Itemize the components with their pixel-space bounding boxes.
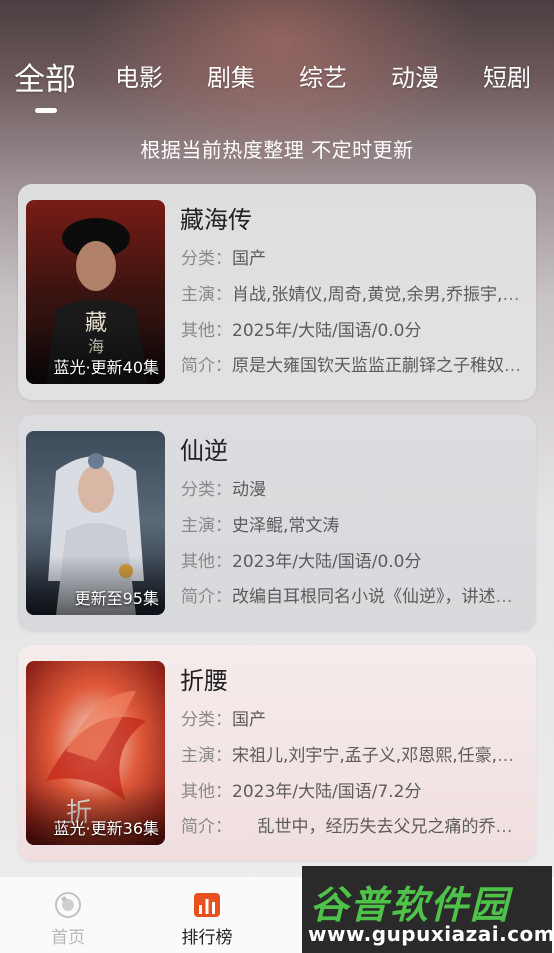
poster-image: 更新至95集 bbox=[26, 431, 165, 615]
ranking-subtitle: 根据当前热度整理 不定时更新 bbox=[140, 138, 414, 162]
update-badge: 蓝光·更新40集 bbox=[53, 358, 159, 377]
home-icon bbox=[55, 892, 81, 918]
watermark-url: www.gupuxiazai.com bbox=[308, 922, 554, 946]
cast-row: 主演：宋祖儿,刘宇宁,孟子义,邓恩熙,任豪,王一哲 bbox=[181, 746, 527, 766]
tab-variety[interactable]: 综艺 bbox=[299, 58, 347, 93]
summary-row: 简介： 乱世中，经历失去父兄之痛的乔家女子 bbox=[181, 817, 527, 837]
tab-anime[interactable]: 动漫 bbox=[391, 58, 439, 93]
category-row: 分类：国产 bbox=[181, 249, 266, 269]
tab-movie[interactable]: 电影 bbox=[115, 58, 163, 93]
watermark: 谷普软件园 www.gupuxiazai.com bbox=[302, 866, 554, 953]
item-title: 藏海传 bbox=[180, 206, 252, 234]
ranking-card[interactable]: 折 蓝光·更新36集 折腰 分类：国产 主演：宋祖儿,刘宇宁,孟子义,邓恩熙,任… bbox=[18, 645, 536, 861]
item-title: 折腰 bbox=[180, 667, 228, 695]
tab-all[interactable]: 全部 bbox=[14, 54, 76, 99]
nav-home-label: 首页 bbox=[51, 928, 85, 948]
poster-image: 折 蓝光·更新36集 bbox=[26, 661, 165, 845]
info-row: 其他：2023年/大陆/国语/7.2分 bbox=[181, 782, 422, 802]
ranking-card[interactable]: 更新至95集 仙逆 分类：动漫 主演：史泽鲲,常文涛 其他：2023年/大陆/国… bbox=[18, 415, 536, 631]
tab-active-indicator bbox=[35, 108, 57, 113]
watermark-logo: 谷普软件园 bbox=[310, 883, 511, 927]
update-badge: 蓝光·更新36集 bbox=[53, 819, 159, 838]
tab-series[interactable]: 剧集 bbox=[207, 58, 255, 93]
nav-home[interactable]: 首页 bbox=[18, 891, 118, 948]
info-row: 其他：2023年/大陆/国语/0.0分 bbox=[181, 552, 422, 572]
summary-row: 简介：改编自耳根同名小说《仙逆》，讲述了乡村平凡少年 bbox=[181, 587, 527, 607]
category-row: 分类：动漫 bbox=[181, 480, 266, 500]
info-row: 其他：2025年/大陆/国语/0.0分 bbox=[181, 321, 422, 341]
nav-rank[interactable]: 排行榜 bbox=[157, 891, 257, 948]
cast-row: 主演：肖战,张婧仪,周奇,黄觉,余男,乔振宇,王正权 bbox=[181, 285, 527, 305]
update-badge: 更新至95集 bbox=[74, 589, 159, 608]
tab-short-drama[interactable]: 短剧 bbox=[483, 58, 531, 93]
cast-row: 主演：史泽鲲,常文涛 bbox=[181, 516, 340, 536]
poster-image: 藏 海 蓝光·更新40集 bbox=[26, 200, 165, 384]
category-row: 分类：国产 bbox=[181, 710, 266, 730]
ranking-icon bbox=[194, 893, 220, 917]
nav-rank-label: 排行榜 bbox=[181, 928, 233, 948]
item-title: 仙逆 bbox=[180, 437, 228, 465]
category-tabs: 全部 电影 剧集 综艺 动漫 短剧 bbox=[0, 58, 554, 118]
ranking-card[interactable]: 藏 海 蓝光·更新40集 藏海传 分类：国产 主演：肖战,张婧仪,周奇,黄觉,余… bbox=[18, 184, 536, 400]
summary-row: 简介：原是大雍国钦天监监正蒯铎之子稚奴，因家族遭难 bbox=[181, 356, 527, 376]
